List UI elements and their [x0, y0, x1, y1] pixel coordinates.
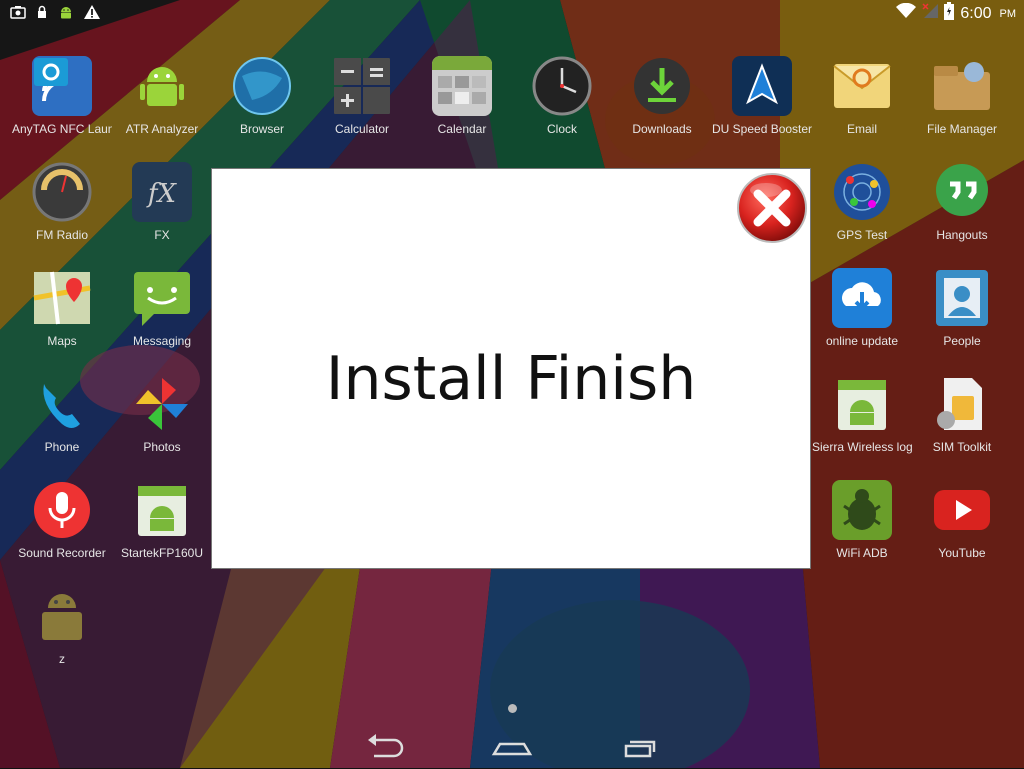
- app-label: Sierra Wireless logs: [812, 440, 912, 454]
- svg-text:fX: fX: [146, 179, 178, 209]
- calculator-icon: [332, 56, 392, 116]
- app-file-manager[interactable]: File Manager: [912, 56, 1012, 136]
- app-label: Downloads: [632, 122, 692, 136]
- app-label: DU Speed Booster: [712, 122, 812, 136]
- app-label: GPS Test: [836, 228, 888, 242]
- app-label: WiFi ADB: [836, 546, 888, 560]
- page-indicator-dot: [508, 704, 517, 713]
- recents-icon: [624, 740, 656, 758]
- app-label: Maps: [47, 334, 77, 348]
- app-fx[interactable]: fX FX: [112, 162, 212, 242]
- app-startekfp160u[interactable]: StartekFP160U: [112, 480, 212, 560]
- app-sound-recorder[interactable]: Sound Recorder: [12, 480, 112, 560]
- anytag-nfc-icon: [32, 56, 92, 116]
- app-label: Calculator: [334, 122, 390, 136]
- app-anytag-nfc-launch[interactable]: AnyTAG NFC Launch: [12, 56, 112, 136]
- hangouts-icon: [932, 162, 992, 222]
- pinwheel-icon: [132, 374, 192, 434]
- close-button[interactable]: [736, 172, 808, 244]
- app-label: Browser: [239, 122, 284, 136]
- app-sim-toolkit[interactable]: SIM Toolkit: [912, 374, 1012, 454]
- sim-card-icon: [932, 374, 992, 434]
- clock-icon: [532, 56, 592, 116]
- contacts-icon: [932, 268, 992, 328]
- app-label: AnyTAG NFC Launch: [12, 122, 112, 136]
- app-label: YouTube: [938, 546, 986, 560]
- app-calendar[interactable]: Calendar: [412, 56, 512, 136]
- email-icon: [832, 56, 892, 116]
- app-people[interactable]: People: [912, 268, 1012, 348]
- youtube-icon: [932, 480, 992, 540]
- download-icon: [632, 56, 692, 116]
- dialog-message: Install Finish: [325, 344, 697, 414]
- close-icon: [737, 173, 807, 243]
- calendar-icon: [432, 56, 492, 116]
- app-label: Hangouts: [936, 228, 988, 242]
- fx-icon: fX: [132, 162, 192, 222]
- app-youtube[interactable]: YouTube: [912, 480, 1012, 560]
- app-downloads[interactable]: Downloads: [612, 56, 712, 136]
- app-browser[interactable]: Browser: [212, 56, 312, 136]
- messaging-icon: [132, 268, 192, 328]
- app-sierra-wireless-logs[interactable]: Sierra Wireless logs: [812, 374, 912, 454]
- gps-radar-icon: [832, 162, 892, 222]
- app-label: ATR Analyzer: [125, 122, 199, 136]
- back-button[interactable]: [354, 728, 414, 764]
- app-atr-analyzer[interactable]: ATR Analyzer: [112, 56, 212, 136]
- app-label: z: [59, 652, 65, 666]
- home-icon: [491, 742, 533, 756]
- app-gps-test[interactable]: GPS Test: [812, 162, 912, 242]
- app-label: Messaging: [132, 334, 192, 348]
- app-z[interactable]: z: [12, 586, 112, 666]
- app-hangouts[interactable]: Hangouts: [912, 162, 1012, 242]
- app-fm-radio[interactable]: FM Radio: [12, 162, 112, 242]
- globe-icon: [232, 56, 292, 116]
- map-icon: [32, 268, 92, 328]
- install-finish-dialog: Install Finish: [211, 168, 811, 569]
- microphone-icon: [32, 480, 92, 540]
- app-photos[interactable]: Photos: [112, 374, 212, 454]
- recents-button[interactable]: [610, 728, 670, 764]
- app-label: Email: [846, 122, 877, 136]
- app-online-update[interactable]: online update: [812, 268, 912, 348]
- app-email[interactable]: Email: [812, 56, 912, 136]
- app-label: FX: [154, 228, 170, 242]
- android-package-icon: [832, 374, 892, 434]
- app-wifi-adb[interactable]: WiFi ADB: [812, 480, 912, 560]
- android-robot-icon: [132, 56, 192, 116]
- app-label: Calendar: [437, 122, 487, 136]
- app-label: StartekFP160U: [120, 546, 204, 560]
- android-package-icon: [132, 480, 192, 540]
- phone-icon: [32, 374, 92, 434]
- app-label: SIM Toolkit: [932, 440, 992, 454]
- radio-dial-icon: [32, 162, 92, 222]
- app-calculator[interactable]: Calculator: [312, 56, 412, 136]
- navigation-bar: [0, 720, 1024, 768]
- cloud-download-icon: [832, 268, 892, 328]
- app-maps[interactable]: Maps: [12, 268, 112, 348]
- bug-icon: [832, 480, 892, 540]
- app-label: File Manager: [926, 122, 998, 136]
- app-label: Clock: [546, 122, 577, 136]
- app-label: People: [943, 334, 981, 348]
- back-icon: [368, 734, 404, 758]
- app-phone[interactable]: Phone: [12, 374, 112, 454]
- app-label: FM Radio: [35, 228, 88, 242]
- android-robot-box-icon: [32, 586, 92, 646]
- app-label: Sound Recorder: [18, 546, 106, 560]
- file-manager-icon: [932, 56, 992, 116]
- home-button[interactable]: [482, 728, 542, 764]
- app-label: Photos: [143, 440, 181, 454]
- rocket-icon: [732, 56, 792, 116]
- app-clock[interactable]: Clock: [512, 56, 612, 136]
- app-du-speed-booster[interactable]: DU Speed Booster: [712, 56, 812, 136]
- app-label: online update: [825, 334, 899, 348]
- app-label: Phone: [44, 440, 80, 454]
- app-messaging[interactable]: Messaging: [112, 268, 212, 348]
